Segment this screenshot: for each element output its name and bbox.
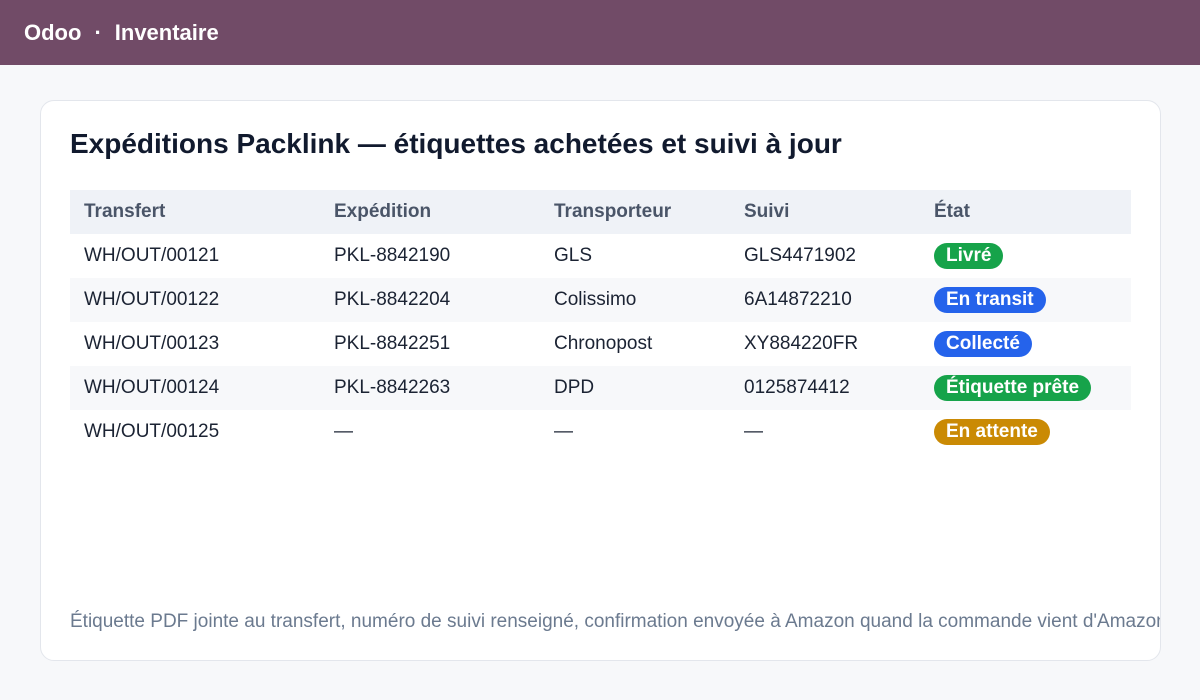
column-header-status[interactable]: État bbox=[920, 201, 1131, 223]
carrier-name: DPD bbox=[554, 377, 595, 398]
table-row[interactable]: WH/OUT/00125 — — — En attente bbox=[70, 410, 1131, 454]
top-navbar: Odoo · Inventaire bbox=[0, 0, 1200, 65]
table-row[interactable]: WH/OUT/00123 PKL-8842251 Chronopost XY88… bbox=[70, 322, 1131, 366]
status-badge: En attente bbox=[934, 419, 1050, 445]
table-row[interactable]: WH/OUT/00122 PKL-8842204 Colissimo 6A148… bbox=[70, 278, 1131, 322]
transfer-ref: WH/OUT/00121 bbox=[84, 245, 220, 266]
shipment-ref: PKL-8842204 bbox=[334, 289, 451, 310]
table-row[interactable]: WH/OUT/00121 PKL-8842190 GLS GLS4471902 … bbox=[70, 234, 1131, 278]
shipment-ref: PKL-8842190 bbox=[334, 245, 451, 266]
tracking-number: XY884220FR bbox=[744, 333, 859, 354]
table-row[interactable]: WH/OUT/00124 PKL-8842263 DPD 0125874412 … bbox=[70, 366, 1131, 410]
column-header-shipment[interactable]: Expédition bbox=[320, 201, 540, 223]
page-title: Expéditions Packlink — étiquettes acheté… bbox=[70, 128, 842, 159]
app-name[interactable]: Odoo bbox=[24, 20, 81, 46]
tracking-number: — bbox=[744, 421, 763, 442]
status-badge: Collecté bbox=[934, 331, 1032, 357]
shipments-card: Expéditions Packlink — étiquettes acheté… bbox=[40, 100, 1161, 661]
shipment-ref: — bbox=[334, 421, 353, 442]
carrier-name: Colissimo bbox=[554, 289, 637, 310]
transfer-ref: WH/OUT/00122 bbox=[84, 289, 220, 310]
tracking-number: 6A14872210 bbox=[744, 289, 852, 310]
shipment-ref: PKL-8842263 bbox=[334, 377, 451, 398]
column-header-transfer[interactable]: Transfert bbox=[70, 201, 320, 223]
column-header-tracking[interactable]: Suivi bbox=[730, 201, 920, 223]
carrier-name: GLS bbox=[554, 245, 593, 266]
status-badge: En transit bbox=[934, 287, 1046, 313]
tracking-number: 0125874412 bbox=[744, 377, 850, 398]
transfer-ref: WH/OUT/00123 bbox=[84, 333, 220, 354]
tracking-number: GLS4471902 bbox=[744, 245, 856, 266]
footnote: Étiquette PDF jointe au transfert, numér… bbox=[70, 611, 1161, 632]
status-badge: Étiquette prête bbox=[934, 375, 1092, 401]
column-header-carrier[interactable]: Transporteur bbox=[540, 201, 730, 223]
transfer-ref: WH/OUT/00124 bbox=[84, 377, 220, 398]
module-name[interactable]: Inventaire bbox=[115, 20, 219, 46]
shipments-table: Transfert Expédition Transporteur Suivi … bbox=[70, 190, 1131, 454]
carrier-name: Chronopost bbox=[554, 333, 653, 354]
carrier-name: — bbox=[554, 421, 573, 442]
breadcrumb-separator: · bbox=[94, 19, 102, 45]
table-header: Transfert Expédition Transporteur Suivi … bbox=[70, 190, 1131, 234]
status-badge: Livré bbox=[934, 243, 1004, 269]
transfer-ref: WH/OUT/00125 bbox=[84, 421, 220, 442]
shipment-ref: PKL-8842251 bbox=[334, 333, 451, 354]
